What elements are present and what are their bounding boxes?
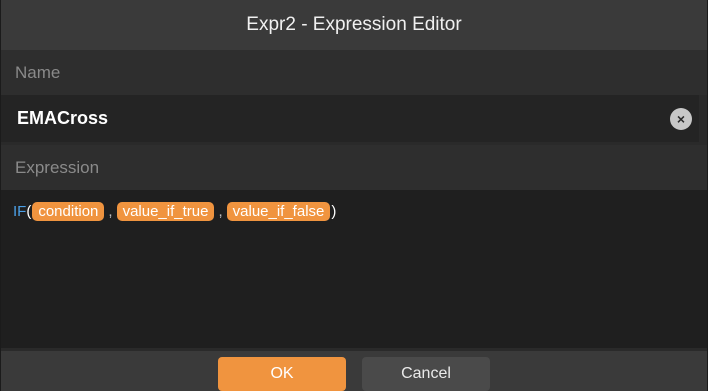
expression-editor-dialog: Expr2 - Expression Editor Name × Express… [0,0,708,391]
separator: , [108,203,113,220]
clear-icon[interactable]: × [670,107,692,130]
separator: , [218,203,223,220]
name-field-container: × [1,94,699,143]
close-paren: ) [331,203,337,220]
name-input[interactable] [1,94,670,143]
function-name: IF [13,203,27,220]
param-condition[interactable]: condition [32,202,105,221]
param-value-if-true[interactable]: value_if_true [116,202,215,221]
expression-label: Expression [1,145,707,190]
cancel-button[interactable]: Cancel [362,357,490,391]
dialog-title: Expr2 - Expression Editor [1,0,707,50]
ok-button[interactable]: OK [218,357,346,391]
name-label: Name [1,50,707,95]
expression-editor[interactable]: IF(condition, value_if_true, value_if_fals… [1,190,707,348]
open-paren: ( [26,203,32,220]
param-value-if-false[interactable]: value_if_false [226,202,331,221]
dialog-footer: OK Cancel [1,351,707,391]
